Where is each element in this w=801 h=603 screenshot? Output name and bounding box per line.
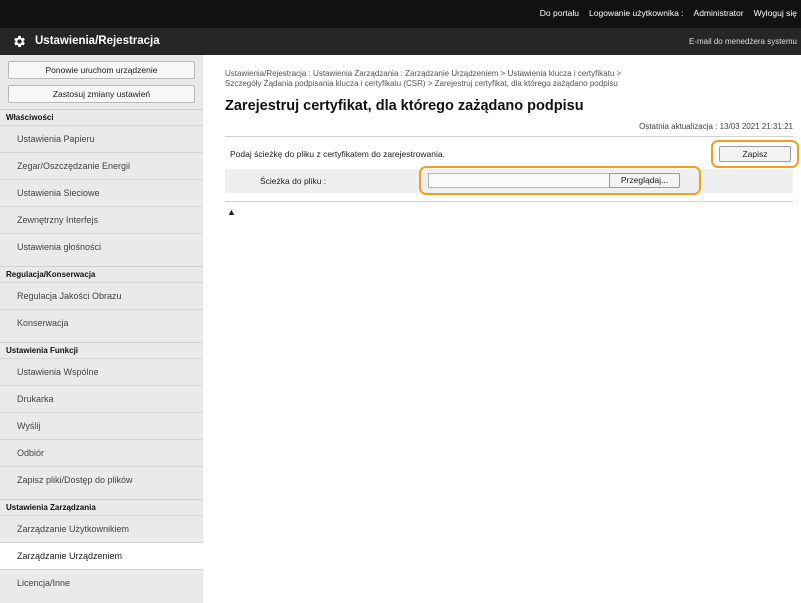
file-path-label: Ścieżka do pliku : bbox=[260, 176, 327, 186]
sidebar: Ponowie uruchom urządzenie Zastosuj zmia… bbox=[0, 55, 203, 603]
apply-settings-button[interactable]: Zastosuj zmiany ustawień bbox=[8, 85, 195, 103]
sidebar-item-maintenance[interactable]: Konserwacja bbox=[0, 309, 203, 336]
login-user-label: Logowanie użytkownika : bbox=[589, 8, 684, 18]
sidebar-item-paper-settings[interactable]: Ustawienia Papieru bbox=[0, 125, 203, 152]
title-bar: Ustawienia/Rejestracja E-mail do menedże… bbox=[0, 28, 801, 55]
gear-icon bbox=[14, 35, 25, 48]
sidebar-item-license-other[interactable]: Licencja/Inne bbox=[0, 569, 203, 596]
sidebar-item-send[interactable]: Wyślij bbox=[0, 412, 203, 439]
instruction-text: Podaj ścieżkę do pliku z certyfikatem do… bbox=[230, 149, 445, 159]
save-button[interactable]: Zapisz bbox=[719, 146, 791, 162]
main-content: Ustawienia/Rejestracja : Ustawienia Zarz… bbox=[217, 55, 801, 603]
sidebar-item-store-access-files[interactable]: Zapisz pliki/Dostęp do plików bbox=[0, 466, 203, 493]
sidebar-section-adjustment: Regulacja/Konserwacja bbox=[0, 266, 203, 282]
page-heading: Ustawienia/Rejestracja bbox=[35, 35, 160, 47]
sidebar-item-receive[interactable]: Odbiór bbox=[0, 439, 203, 466]
file-path-highlight: Przeglądaj... bbox=[419, 166, 701, 195]
sidebar-item-network[interactable]: Ustawienia Sieciowe bbox=[0, 179, 203, 206]
sidebar-section-preferences: Właściwości bbox=[0, 109, 203, 125]
sidebar-item-device-management[interactable]: Zarządzanie Urządzeniem bbox=[0, 542, 203, 569]
sidebar-section-function-settings: Ustawienia Funkcji bbox=[0, 342, 203, 358]
file-path-input[interactable] bbox=[428, 173, 610, 188]
user-name: Administrator bbox=[693, 8, 744, 18]
admin-email-link[interactable]: E-mail do menedżera systemu bbox=[689, 37, 797, 46]
portal-link[interactable]: Do portalu bbox=[540, 8, 579, 18]
breadcrumb-line-2[interactable]: Szczegóły Żądania podpisania klucza i ce… bbox=[225, 79, 795, 89]
browse-button[interactable]: Przeglądaj... bbox=[609, 173, 680, 188]
divider bbox=[225, 201, 793, 202]
sidebar-item-volume[interactable]: Ustawienia głośności bbox=[0, 233, 203, 260]
last-update-timestamp: Ostatnia aktualizacja : 13/03 2021 21:31… bbox=[639, 122, 793, 131]
sidebar-item-common-settings[interactable]: Ustawienia Wspólne bbox=[0, 358, 203, 385]
restart-device-button[interactable]: Ponowie uruchom urządzenie bbox=[8, 61, 195, 79]
save-button-highlight: Zapisz bbox=[711, 140, 799, 168]
top-nav: Do portalu Logowanie użytkownika : Admin… bbox=[540, 8, 797, 18]
sidebar-item-external-interface[interactable]: Zewnętrzny Interfejs bbox=[0, 206, 203, 233]
sidebar-item-printer[interactable]: Drukarka bbox=[0, 385, 203, 412]
logout-link[interactable]: Wyloguj się bbox=[754, 8, 797, 18]
sidebar-section-management: Ustawienia Zarządzania bbox=[0, 499, 203, 515]
breadcrumb-line-1[interactable]: Ustawienia/Rejestracja : Ustawienia Zarz… bbox=[225, 69, 795, 79]
back-to-top-icon[interactable]: ▲ bbox=[227, 207, 236, 217]
page-title: Zarejestruj certyfikat, dla którego zażą… bbox=[225, 98, 584, 114]
divider bbox=[225, 136, 793, 137]
breadcrumb: Ustawienia/Rejestracja : Ustawienia Zarz… bbox=[225, 69, 795, 89]
sidebar-item-user-management[interactable]: Zarządzanie Użytkownikiem bbox=[0, 515, 203, 542]
top-bar: Do portalu Logowanie użytkownika : Admin… bbox=[0, 0, 801, 28]
sidebar-item-image-quality[interactable]: Regulacja Jakości Obrazu bbox=[0, 282, 203, 309]
sidebar-item-timer-energy[interactable]: Zegar/Oszczędzanie Energii bbox=[0, 152, 203, 179]
